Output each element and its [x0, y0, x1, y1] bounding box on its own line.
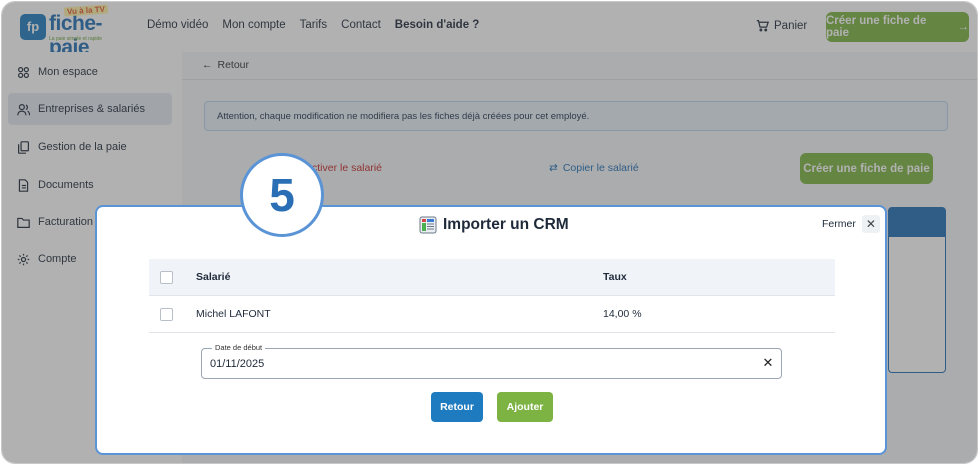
- row-checkbox[interactable]: [160, 307, 173, 321]
- add-button[interactable]: Ajouter: [497, 392, 553, 422]
- table-header: Salarié Taux: [149, 259, 835, 296]
- start-date-value: 01/11/2025: [210, 358, 265, 370]
- modal-title: Importer un CRM: [419, 216, 569, 234]
- clear-icon[interactable]: ✕: [759, 354, 777, 372]
- modal-title-text: Importer un CRM: [443, 216, 569, 233]
- import-crm-modal: Importer un CRM Fermer ✕ Salarié Taux Mi…: [95, 205, 887, 455]
- close-label: Fermer: [822, 218, 856, 230]
- start-date-field[interactable]: Date de début 01/11/2025 ✕: [201, 343, 782, 379]
- step-number-badge: 5: [240, 153, 324, 237]
- back-button[interactable]: Retour: [431, 392, 483, 422]
- select-all-checkbox[interactable]: [160, 270, 173, 284]
- employee-table: Salarié Taux Michel LAFONT 14,00 %: [149, 259, 835, 333]
- spreadsheet-icon: [419, 216, 437, 234]
- employee-rate: 14,00 %: [603, 308, 642, 320]
- column-header-salarie: Salarié: [196, 271, 231, 283]
- employee-name: Michel LAFONT: [196, 308, 271, 320]
- close-icon: ✕: [861, 215, 880, 233]
- column-header-taux: Taux: [603, 271, 627, 283]
- close-modal-button[interactable]: Fermer ✕: [822, 215, 880, 233]
- start-date-label: Date de début: [212, 343, 266, 352]
- table-row[interactable]: Michel LAFONT 14,00 %: [149, 296, 835, 333]
